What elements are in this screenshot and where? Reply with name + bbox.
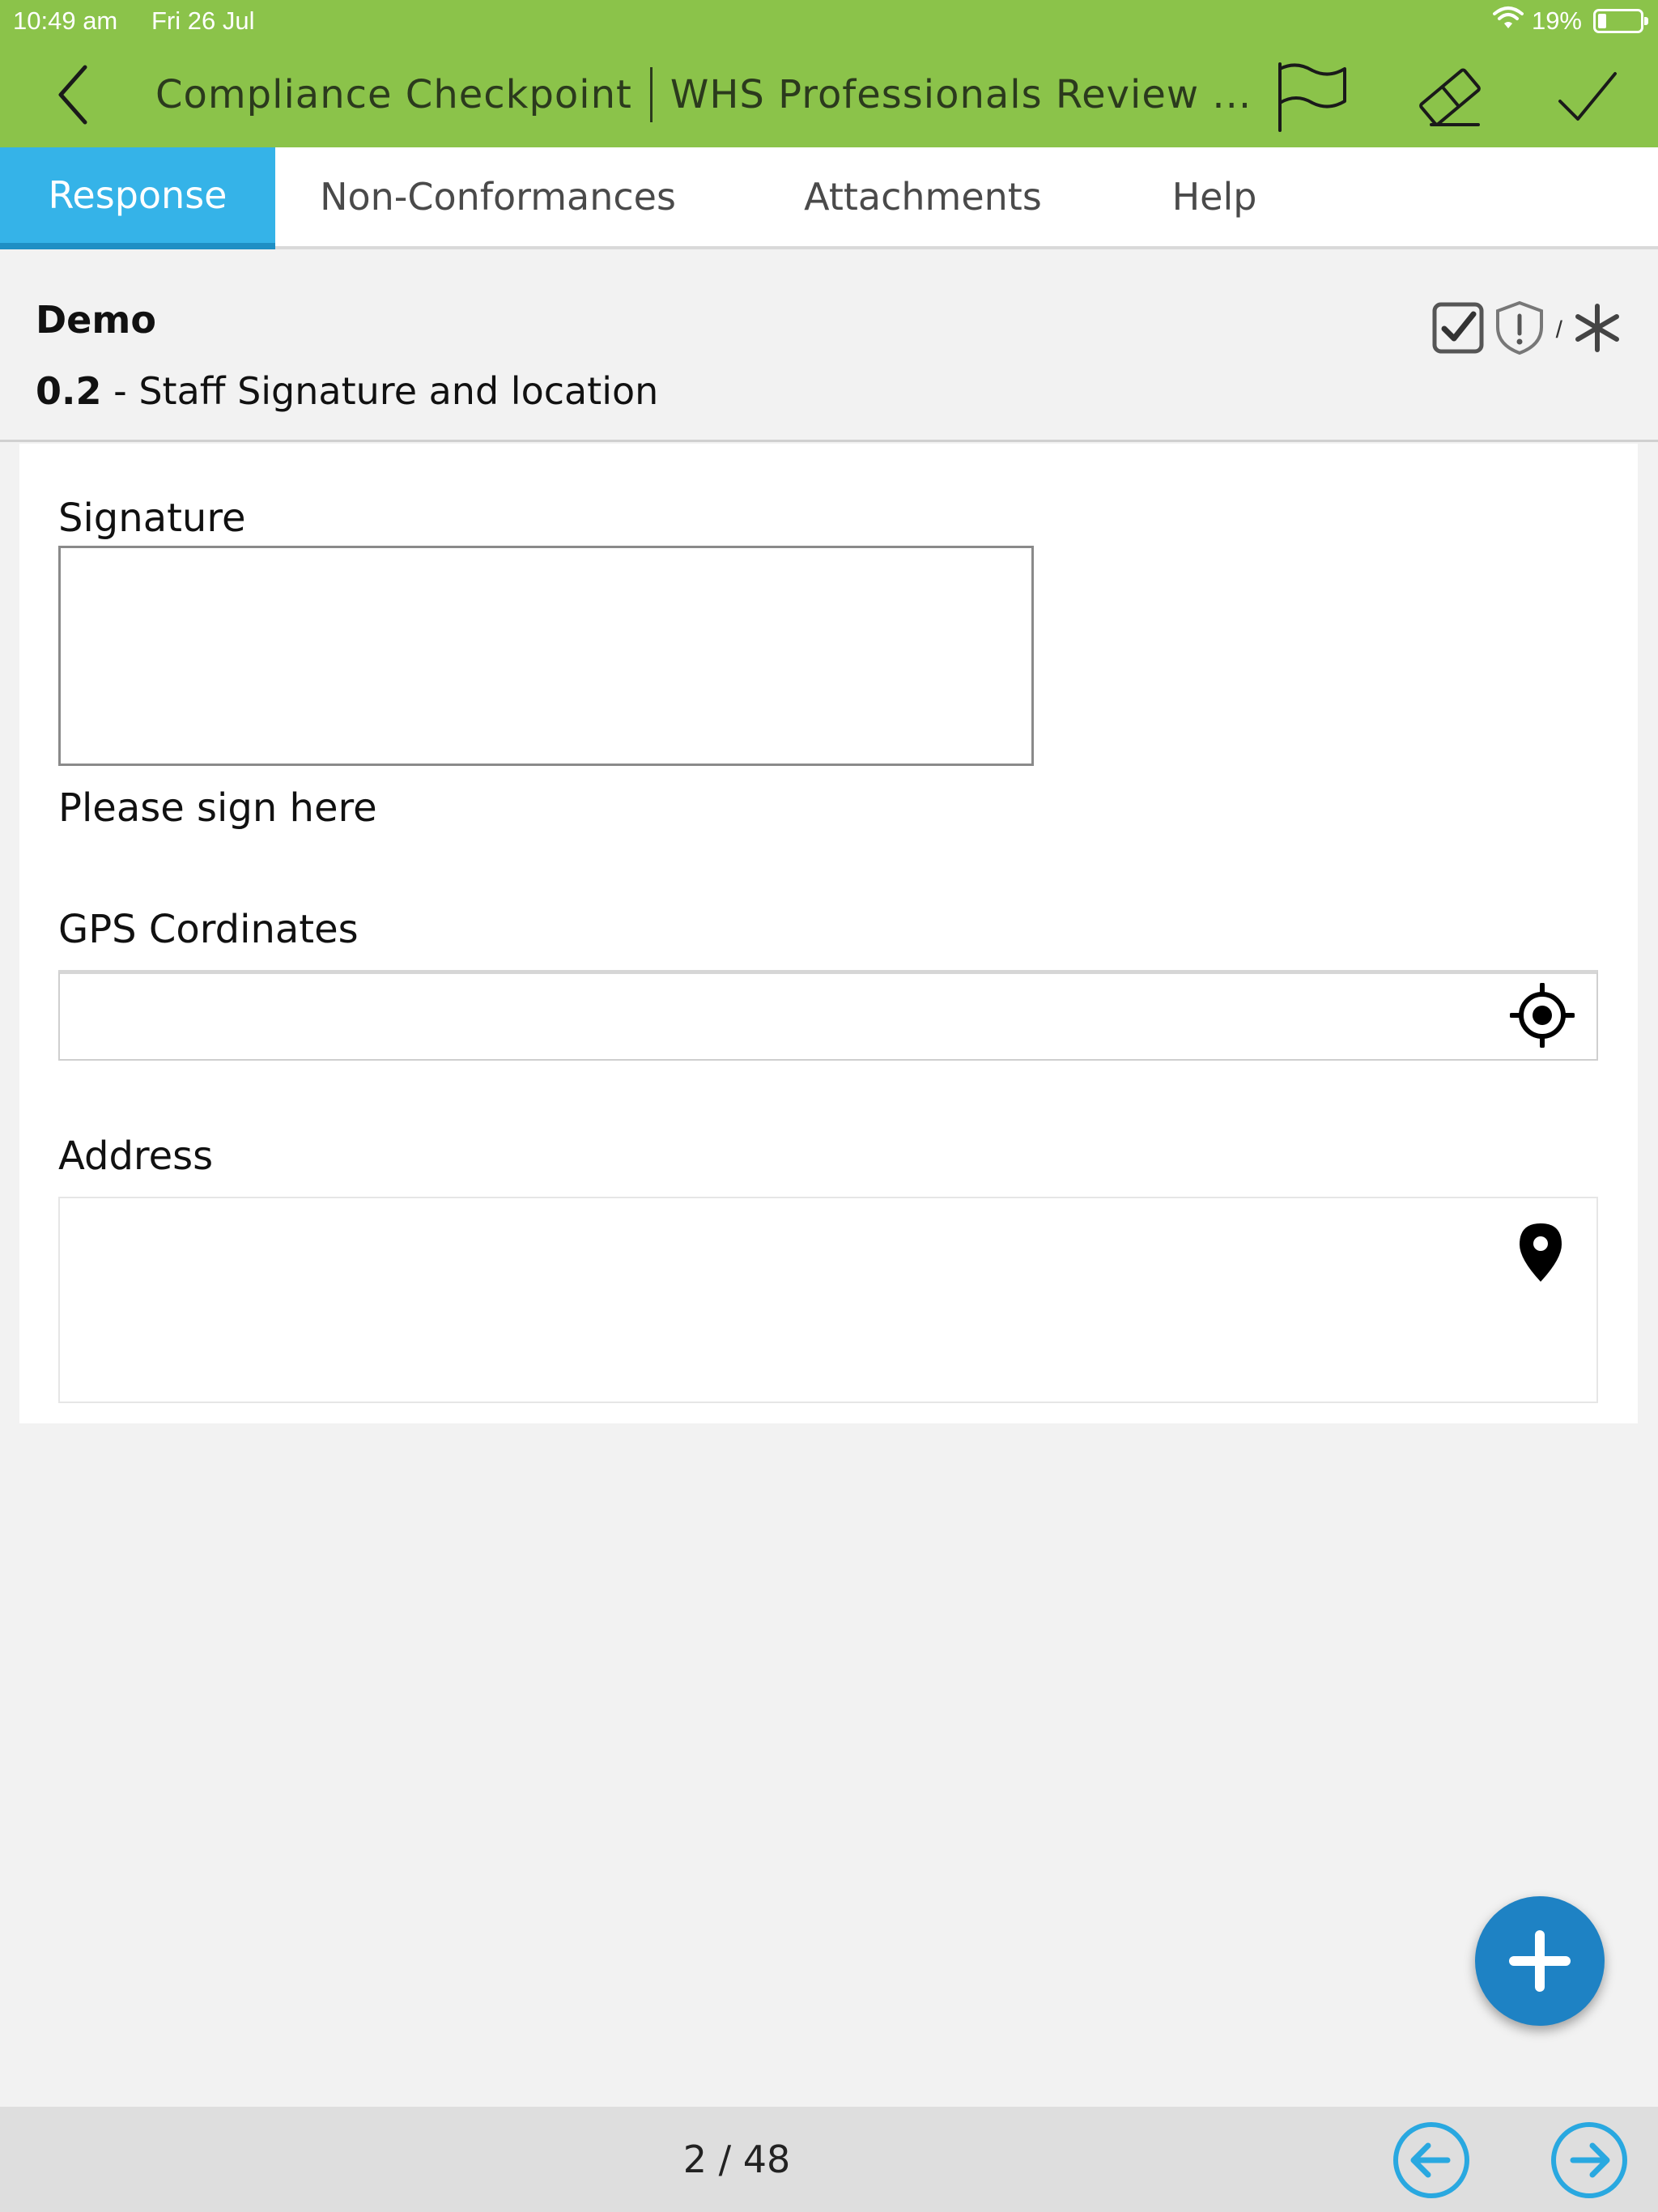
shield-alert-icon[interactable] bbox=[1493, 300, 1546, 360]
battery-icon bbox=[1593, 9, 1648, 33]
wifi-icon bbox=[1492, 6, 1524, 36]
bottom-bar: 2 / 48 bbox=[0, 2107, 1658, 2212]
gps-label: GPS Cordinates bbox=[58, 907, 359, 952]
map-pin-icon bbox=[1520, 1223, 1562, 1282]
tab-bar: Response Non-Conformances Attachments He… bbox=[0, 147, 1658, 249]
address-label: Address bbox=[58, 1134, 214, 1179]
indicator-separator: / bbox=[1555, 316, 1562, 343]
question-indicators: / bbox=[1431, 300, 1622, 360]
checkmark-icon bbox=[1558, 72, 1617, 121]
arrow-right-circle-icon bbox=[1551, 2122, 1627, 2198]
header-subtitle: WHS Professionals Review ... bbox=[670, 72, 1252, 117]
chevron-left-icon bbox=[58, 65, 87, 125]
next-question-button[interactable] bbox=[1549, 2120, 1630, 2201]
tab-help[interactable]: Help bbox=[1141, 147, 1287, 246]
status-right: 19% bbox=[1492, 5, 1648, 37]
add-button[interactable] bbox=[1475, 1896, 1605, 2026]
gps-input[interactable] bbox=[58, 970, 1598, 1061]
question-number: 0.2 bbox=[36, 369, 102, 413]
page-indicator: 2 / 48 bbox=[682, 2138, 791, 2181]
locate-button[interactable] bbox=[1506, 979, 1579, 1052]
signature-pad[interactable] bbox=[58, 546, 1034, 766]
app-header: Compliance Checkpoint WHS Professionals … bbox=[0, 42, 1658, 147]
tab-non-conformances[interactable]: Non-Conformances bbox=[300, 147, 696, 246]
tab-attachments[interactable]: Attachments bbox=[777, 147, 1069, 246]
address-input[interactable] bbox=[58, 1197, 1598, 1403]
back-button[interactable] bbox=[40, 62, 105, 127]
previous-question-button[interactable] bbox=[1391, 2120, 1472, 2201]
status-date: Fri 26 Jul bbox=[151, 6, 255, 35]
flag-button[interactable] bbox=[1268, 57, 1357, 138]
header-title-group: Compliance Checkpoint WHS Professionals … bbox=[155, 66, 1252, 123]
section-title: Demo bbox=[36, 298, 156, 342]
question-title: 0.2 - Staff Signature and location bbox=[36, 369, 658, 413]
status-time: 10:49 am bbox=[13, 6, 118, 35]
question-header: Demo 0.2 - Staff Signature and location … bbox=[0, 249, 1658, 442]
signature-hint: Please sign here bbox=[58, 785, 377, 831]
flag-icon bbox=[1278, 62, 1346, 132]
checkbox-checked-icon[interactable] bbox=[1431, 301, 1485, 359]
status-bar: 10:49 am Fri 26 Jul 19% bbox=[0, 0, 1658, 42]
submit-button[interactable] bbox=[1543, 57, 1632, 138]
address-locate-button[interactable] bbox=[1504, 1216, 1577, 1289]
battery-percent: 19% bbox=[1531, 6, 1582, 35]
eraser-icon bbox=[1419, 68, 1481, 126]
tab-response[interactable]: Response bbox=[0, 147, 275, 249]
locate-icon bbox=[1510, 983, 1575, 1048]
question-separator: - bbox=[101, 369, 139, 413]
response-form: Signature Please sign here GPS Cordinate… bbox=[19, 444, 1638, 1423]
asterisk-icon bbox=[1572, 303, 1622, 357]
clear-button[interactable] bbox=[1405, 57, 1494, 138]
title-divider bbox=[649, 67, 653, 122]
signature-label: Signature bbox=[58, 496, 246, 541]
plus-icon bbox=[1509, 1930, 1571, 1992]
arrow-left-circle-icon bbox=[1393, 2122, 1469, 2198]
header-title: Compliance Checkpoint bbox=[155, 72, 632, 117]
question-text: Staff Signature and location bbox=[138, 369, 659, 413]
